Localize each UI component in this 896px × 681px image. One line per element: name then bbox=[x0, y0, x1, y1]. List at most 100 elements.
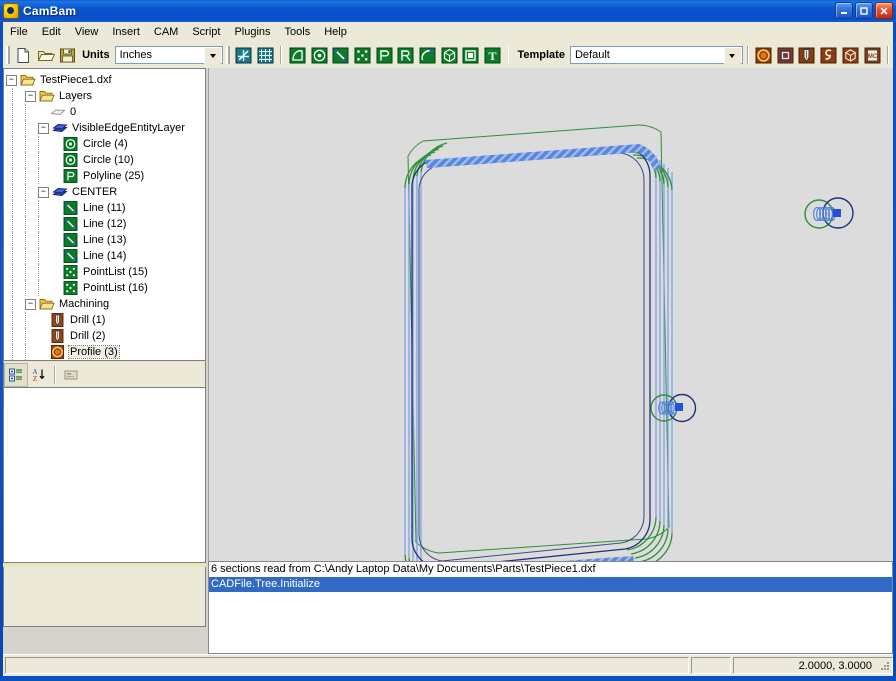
template-dropdown-arrow[interactable] bbox=[723, 48, 741, 64]
minimize-button[interactable] bbox=[835, 2, 853, 19]
menu-view[interactable]: View bbox=[68, 23, 106, 41]
tree-item[interactable]: PointList (16) bbox=[6, 280, 205, 296]
maximize-button[interactable] bbox=[855, 2, 873, 19]
status-message bbox=[5, 657, 689, 674]
property-pages-icon[interactable] bbox=[60, 364, 82, 386]
tree-item[interactable]: Line (12) bbox=[6, 216, 205, 232]
coordinate-value: 2.0000, 3.0000 bbox=[798, 659, 872, 672]
tree-indent bbox=[12, 200, 25, 216]
layer-blue-icon bbox=[52, 185, 68, 199]
pointlist-icon[interactable] bbox=[352, 44, 374, 66]
show-grid-icon[interactable] bbox=[255, 44, 277, 66]
rectangle-icon[interactable] bbox=[395, 44, 417, 66]
toolbar-separator-2 bbox=[507, 46, 510, 64]
snap-to-grid-icon[interactable] bbox=[233, 44, 255, 66]
tree-item[interactable]: − VisibleEdgeEntityLayer bbox=[6, 120, 205, 136]
drill-operation-icon[interactable] bbox=[796, 44, 818, 66]
units-dropdown-arrow[interactable] bbox=[204, 48, 222, 64]
tree-item[interactable]: Circle (10) bbox=[6, 152, 205, 168]
toolbar-separator-4 bbox=[886, 46, 889, 64]
menu-edit[interactable]: Edit bbox=[35, 23, 68, 41]
tree-item[interactable]: Drill (1) bbox=[6, 312, 205, 328]
polyline-icon[interactable] bbox=[373, 44, 395, 66]
categorized-view-icon[interactable] bbox=[4, 362, 28, 387]
close-button[interactable] bbox=[875, 2, 893, 19]
text-icon[interactable]: T bbox=[482, 44, 504, 66]
tree-item[interactable]: Line (11) bbox=[6, 200, 205, 216]
template-combobox[interactable]: Default bbox=[569, 46, 743, 64]
tree-item[interactable]: Line (13) bbox=[6, 232, 205, 248]
tree-item[interactable]: Drill (2) bbox=[6, 328, 205, 344]
tree-indent bbox=[12, 168, 25, 184]
tree-indent bbox=[25, 264, 38, 280]
cad-drawing-viewport[interactable] bbox=[208, 68, 893, 561]
collapse-toggle-icon[interactable]: − bbox=[38, 186, 49, 198]
open-file-icon[interactable] bbox=[35, 44, 57, 66]
template-value: Default bbox=[574, 49, 610, 61]
log-line[interactable]: CADFile.Tree.Initialize bbox=[209, 577, 892, 592]
save-file-icon[interactable] bbox=[56, 44, 78, 66]
tree-indent bbox=[38, 152, 51, 168]
circle-icon bbox=[63, 153, 79, 167]
tree-item[interactable]: − CENTER bbox=[6, 184, 205, 200]
region-icon[interactable] bbox=[460, 44, 482, 66]
tree-item[interactable]: PointList (15) bbox=[6, 264, 205, 280]
tree-item[interactable]: − Layers bbox=[6, 88, 205, 104]
tree-indent bbox=[12, 104, 25, 120]
resize-grip-icon[interactable] bbox=[877, 658, 891, 672]
message-log-panel[interactable]: 6 sections read from C:\Andy Laptop Data… bbox=[208, 561, 893, 654]
engrave-operation-icon[interactable] bbox=[818, 44, 840, 66]
pocket-operation-icon[interactable] bbox=[774, 44, 796, 66]
project-tree-panel[interactable]: − TestPiece1.dxf − Layers 0− VisibleEdgeEntit… bbox=[3, 68, 206, 361]
tree-indent bbox=[12, 184, 25, 200]
line-icon[interactable] bbox=[330, 44, 352, 66]
collapse-toggle-icon[interactable]: − bbox=[6, 74, 17, 86]
tree-indent bbox=[25, 216, 38, 232]
tree-indent bbox=[38, 232, 51, 248]
toolbar-separator-1 bbox=[280, 46, 283, 64]
tree-indent bbox=[12, 280, 25, 296]
menu-insert[interactable]: Insert bbox=[105, 23, 147, 41]
tree-item-label: PointList (15) bbox=[83, 266, 148, 278]
profile-operation-icon[interactable] bbox=[753, 44, 775, 66]
surface-icon[interactable] bbox=[438, 44, 460, 66]
menu-file[interactable]: File bbox=[3, 23, 35, 41]
tree-item[interactable]: Line (14) bbox=[6, 248, 205, 264]
log-line[interactable]: 6 sections read from C:\Andy Laptop Data… bbox=[209, 562, 892, 577]
tree-indent bbox=[12, 152, 25, 168]
post-process-icon[interactable]: MC bbox=[861, 44, 883, 66]
menu-help[interactable]: Help bbox=[317, 23, 354, 41]
circle-icon[interactable] bbox=[308, 44, 330, 66]
menu-plugins[interactable]: Plugins bbox=[227, 23, 277, 41]
tree-item[interactable]: 0 bbox=[6, 104, 205, 120]
menu-tools[interactable]: Tools bbox=[278, 23, 318, 41]
toolbar-separator-3 bbox=[746, 46, 749, 64]
menu-script[interactable]: Script bbox=[185, 23, 227, 41]
collapse-toggle-icon[interactable]: − bbox=[25, 298, 36, 310]
collapse-toggle-icon[interactable]: − bbox=[25, 90, 36, 102]
units-combobox[interactable]: Inches bbox=[114, 46, 224, 64]
toolbar-grip-2[interactable] bbox=[226, 46, 231, 64]
arc-icon[interactable] bbox=[417, 44, 439, 66]
units-label: Units bbox=[82, 49, 110, 61]
new-file-icon[interactable] bbox=[13, 44, 35, 66]
drill-op-icon bbox=[50, 329, 66, 343]
alphabetical-sort-icon[interactable]: A Z bbox=[28, 364, 50, 386]
tree-indent bbox=[25, 344, 38, 360]
polygon-icon[interactable] bbox=[286, 44, 308, 66]
property-grid-panel[interactable] bbox=[3, 387, 206, 563]
collapse-toggle-icon[interactable]: − bbox=[38, 122, 49, 134]
units-value: Inches bbox=[119, 49, 152, 61]
menu-bar: File Edit View Insert CAM Script Plugins… bbox=[3, 22, 893, 43]
tree-item[interactable]: Profile (3) bbox=[6, 344, 205, 360]
cambam-application-window: CamBam File Edit View Insert CAM Script … bbox=[0, 0, 896, 681]
toolbar-grip[interactable] bbox=[6, 46, 10, 64]
tree-item[interactable]: Polyline (25) bbox=[6, 168, 205, 184]
tree-indent bbox=[12, 312, 25, 328]
three-d-profile-operation-icon[interactable] bbox=[839, 44, 861, 66]
tree-item[interactable]: Circle (4) bbox=[6, 136, 205, 152]
pointlist-icon bbox=[63, 265, 79, 279]
tree-item[interactable]: − TestPiece1.dxf bbox=[6, 72, 205, 88]
menu-cam[interactable]: CAM bbox=[147, 23, 185, 41]
tree-item[interactable]: − Machining bbox=[6, 296, 205, 312]
